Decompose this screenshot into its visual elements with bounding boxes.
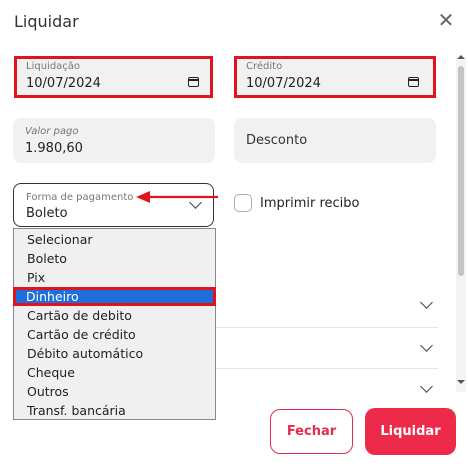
credito-highlight-box [234,56,436,98]
option-dinheiro[interactable]: Dinheiro [13,287,216,306]
fechar-button[interactable]: Fechar [270,409,353,454]
option-debito-automatico[interactable]: Débito automático [14,344,215,363]
forma-pagamento-dropdown[interactable]: Selecionar Boleto Pix Dinheiro Cartão de… [13,228,216,420]
option-boleto[interactable]: Boleto [14,249,215,268]
desconto-field[interactable]: Desconto [234,118,436,163]
liquidar-button[interactable]: Liquidar [365,408,456,455]
valor-pago-label: Valor pago [25,126,79,137]
scroll-up-icon[interactable] [457,55,465,59]
option-pix[interactable]: Pix [14,268,215,287]
forma-pagamento-label: Forma de pagamento [26,192,134,203]
imprimir-recibo-label: Imprimir recibo [260,196,360,211]
dialog-title: Liquidar [14,12,79,31]
desconto-placeholder: Desconto [246,133,308,148]
liquidacao-highlight-box [14,56,213,98]
option-cartao-debito[interactable]: Cartão de debito [14,306,215,325]
option-selecionar[interactable]: Selecionar [14,230,215,249]
scroll-down-icon[interactable] [457,380,465,384]
annotation-arrow-icon [136,191,218,203]
scrollbar[interactable] [456,55,466,392]
valor-pago-field[interactable]: Valor pago 1.980,60 [13,118,215,163]
scrollbar-thumb[interactable] [458,66,464,276]
option-cheque[interactable]: Cheque [14,363,215,382]
option-transf-bancaria[interactable]: Transf. bancária [14,401,215,420]
valor-pago-value: 1.980,60 [25,141,83,156]
section-divider [216,368,438,369]
section-divider [216,327,438,328]
option-outros[interactable]: Outros [14,382,215,401]
chevron-down-icon[interactable] [420,339,433,352]
option-cartao-credito[interactable]: Cartão de crédito [14,325,215,344]
chevron-down-icon[interactable] [420,296,433,309]
close-icon[interactable]: ✕ [436,10,456,30]
forma-pagamento-value: Boleto [26,206,68,221]
imprimir-recibo-checkbox[interactable] [234,194,252,212]
chevron-down-icon[interactable] [420,380,433,393]
